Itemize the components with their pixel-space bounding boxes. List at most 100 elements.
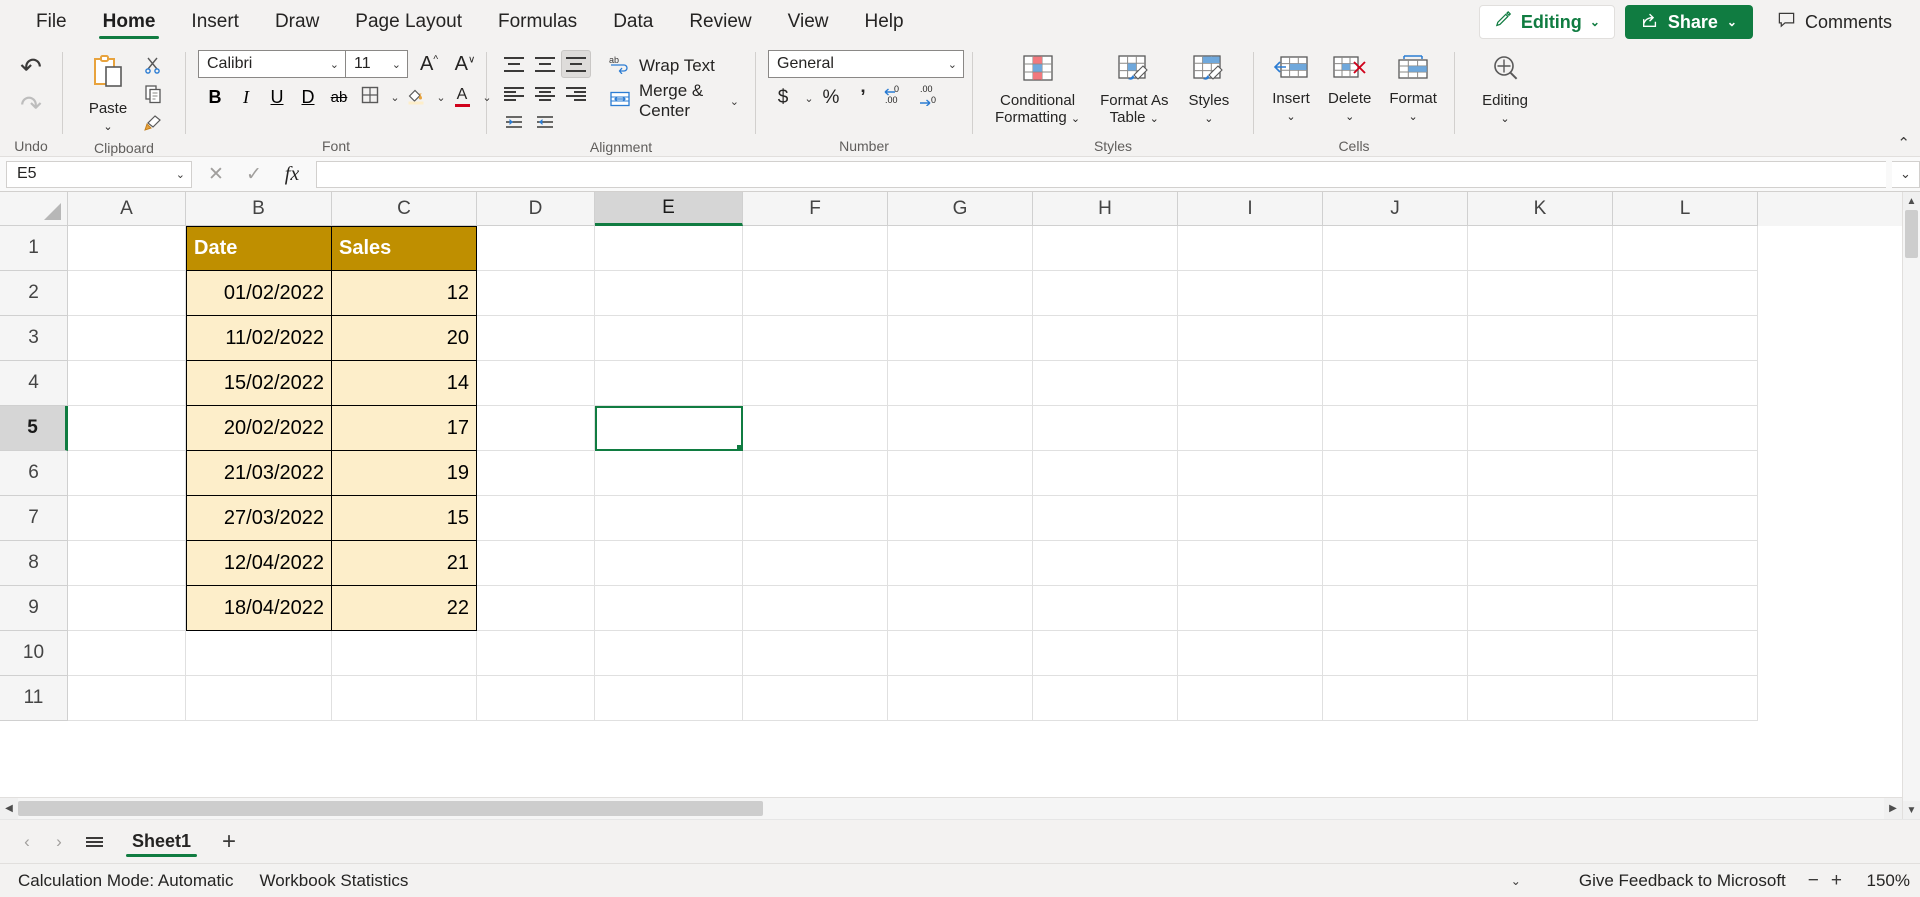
status-bar-options-chevron-icon[interactable]: ⌄: [1511, 874, 1521, 888]
increase-decimal-button[interactable]: .000: [916, 84, 950, 112]
cell-l9[interactable]: [1613, 586, 1758, 631]
row-header-5[interactable]: 5: [0, 406, 68, 451]
align-center-button[interactable]: [530, 80, 560, 108]
cell-i10[interactable]: [1178, 631, 1323, 676]
cell-k2[interactable]: [1468, 271, 1613, 316]
cell-k6[interactable]: [1468, 451, 1613, 496]
cell-g4[interactable]: [888, 361, 1033, 406]
row-header-6[interactable]: 6: [0, 451, 68, 496]
cell-g7[interactable]: [888, 496, 1033, 541]
cell-f1[interactable]: [743, 226, 888, 271]
vertical-scrollbar[interactable]: ▲ ▼: [1902, 192, 1920, 819]
cell-i3[interactable]: [1178, 316, 1323, 361]
name-box[interactable]: E5 ⌄: [6, 161, 192, 188]
cell-h7[interactable]: [1033, 496, 1178, 541]
cell-b7[interactable]: 27/03/2022: [186, 496, 332, 541]
cell-a11[interactable]: [68, 676, 186, 721]
cell-f6[interactable]: [743, 451, 888, 496]
column-header-g[interactable]: G: [888, 192, 1033, 226]
cell-g8[interactable]: [888, 541, 1033, 586]
cell-styles-button[interactable]: Styles⌄: [1180, 50, 1237, 130]
align-right-button[interactable]: [561, 80, 591, 108]
cell-f2[interactable]: [743, 271, 888, 316]
tab-home[interactable]: Home: [85, 0, 174, 44]
cell-c5[interactable]: 17: [332, 406, 477, 451]
workbook-statistics-status[interactable]: Workbook Statistics: [259, 871, 408, 891]
cell-d4[interactable]: [477, 361, 595, 406]
row-header-2[interactable]: 2: [0, 271, 68, 316]
cell-f10[interactable]: [743, 631, 888, 676]
select-all-corner-icon[interactable]: [0, 192, 68, 226]
cut-button[interactable]: [138, 53, 168, 81]
format-painter-button[interactable]: [138, 111, 168, 139]
cell-b2[interactable]: 01/02/2022: [186, 271, 332, 316]
enter-formula-button[interactable]: ✓: [236, 161, 272, 188]
cell-i4[interactable]: [1178, 361, 1323, 406]
tab-formulas[interactable]: Formulas: [480, 0, 595, 44]
copy-button[interactable]: [138, 82, 168, 110]
cell-i6[interactable]: [1178, 451, 1323, 496]
cell-b5[interactable]: 20/02/2022: [186, 406, 332, 451]
give-feedback-button[interactable]: Give Feedback to Microsoft: [1579, 871, 1786, 891]
column-header-d[interactable]: D: [477, 192, 595, 226]
insert-cells-button[interactable]: Insert⌄: [1264, 50, 1318, 128]
cell-d7[interactable]: [477, 496, 595, 541]
cell-h2[interactable]: [1033, 271, 1178, 316]
cell-l3[interactable]: [1613, 316, 1758, 361]
cell-e11[interactable]: [595, 676, 743, 721]
underline-button[interactable]: U: [262, 83, 292, 111]
cell-l1[interactable]: [1613, 226, 1758, 271]
format-cells-button[interactable]: Format⌄: [1381, 50, 1445, 128]
cell-k8[interactable]: [1468, 541, 1613, 586]
row-header-11[interactable]: 11: [0, 676, 68, 721]
cell-a4[interactable]: [68, 361, 186, 406]
cell-k7[interactable]: [1468, 496, 1613, 541]
cell-f5[interactable]: [743, 406, 888, 451]
cell-a9[interactable]: [68, 586, 186, 631]
cell-h3[interactable]: [1033, 316, 1178, 361]
cell-d1[interactable]: [477, 226, 595, 271]
cell-a6[interactable]: [68, 451, 186, 496]
cell-h10[interactable]: [1033, 631, 1178, 676]
cell-j7[interactable]: [1323, 496, 1468, 541]
all-sheets-button[interactable]: [78, 829, 110, 855]
accounting-format-button[interactable]: $: [768, 84, 798, 112]
cell-d9[interactable]: [477, 586, 595, 631]
cell-k1[interactable]: [1468, 226, 1613, 271]
undo-button[interactable]: ↶: [9, 48, 53, 86]
horizontal-scrollbar-track[interactable]: [18, 798, 1884, 819]
cell-i2[interactable]: [1178, 271, 1323, 316]
cell-h11[interactable]: [1033, 676, 1178, 721]
cell-l4[interactable]: [1613, 361, 1758, 406]
cell-d3[interactable]: [477, 316, 595, 361]
cell-c7[interactable]: 15: [332, 496, 477, 541]
cell-d10[interactable]: [477, 631, 595, 676]
sheet-tab-sheet1[interactable]: Sheet1: [116, 823, 207, 861]
cell-e4[interactable]: [595, 361, 743, 406]
accounting-format-dropdown[interactable]: ⌄: [800, 84, 814, 112]
font-color-button[interactable]: A: [447, 83, 477, 111]
cell-j5[interactable]: [1323, 406, 1468, 451]
decrease-indent-button[interactable]: [499, 110, 529, 138]
cell-e1[interactable]: [595, 226, 743, 271]
cell-i7[interactable]: [1178, 496, 1323, 541]
cell-g5[interactable]: [888, 406, 1033, 451]
cell-i11[interactable]: [1178, 676, 1323, 721]
conditional-formatting-button[interactable]: ConditionalFormatting ⌄: [987, 50, 1088, 130]
previous-sheet-button[interactable]: ‹: [14, 829, 40, 855]
align-middle-button[interactable]: [530, 50, 560, 78]
cell-g2[interactable]: [888, 271, 1033, 316]
cell-l6[interactable]: [1613, 451, 1758, 496]
row-header-8[interactable]: 8: [0, 541, 68, 586]
column-header-b[interactable]: B: [186, 192, 332, 226]
insert-function-button[interactable]: fx: [274, 161, 310, 188]
format-as-table-button[interactable]: Format AsTable ⌄: [1092, 50, 1176, 130]
vertical-scrollbar-thumb[interactable]: [1905, 210, 1918, 258]
tab-page-layout[interactable]: Page Layout: [337, 0, 480, 44]
cell-j6[interactable]: [1323, 451, 1468, 496]
cell-a3[interactable]: [68, 316, 186, 361]
editing-tools-button[interactable]: Editing⌄: [1474, 50, 1536, 130]
cell-a5[interactable]: [68, 406, 186, 451]
cancel-formula-button[interactable]: ✕: [198, 161, 234, 188]
cell-j11[interactable]: [1323, 676, 1468, 721]
